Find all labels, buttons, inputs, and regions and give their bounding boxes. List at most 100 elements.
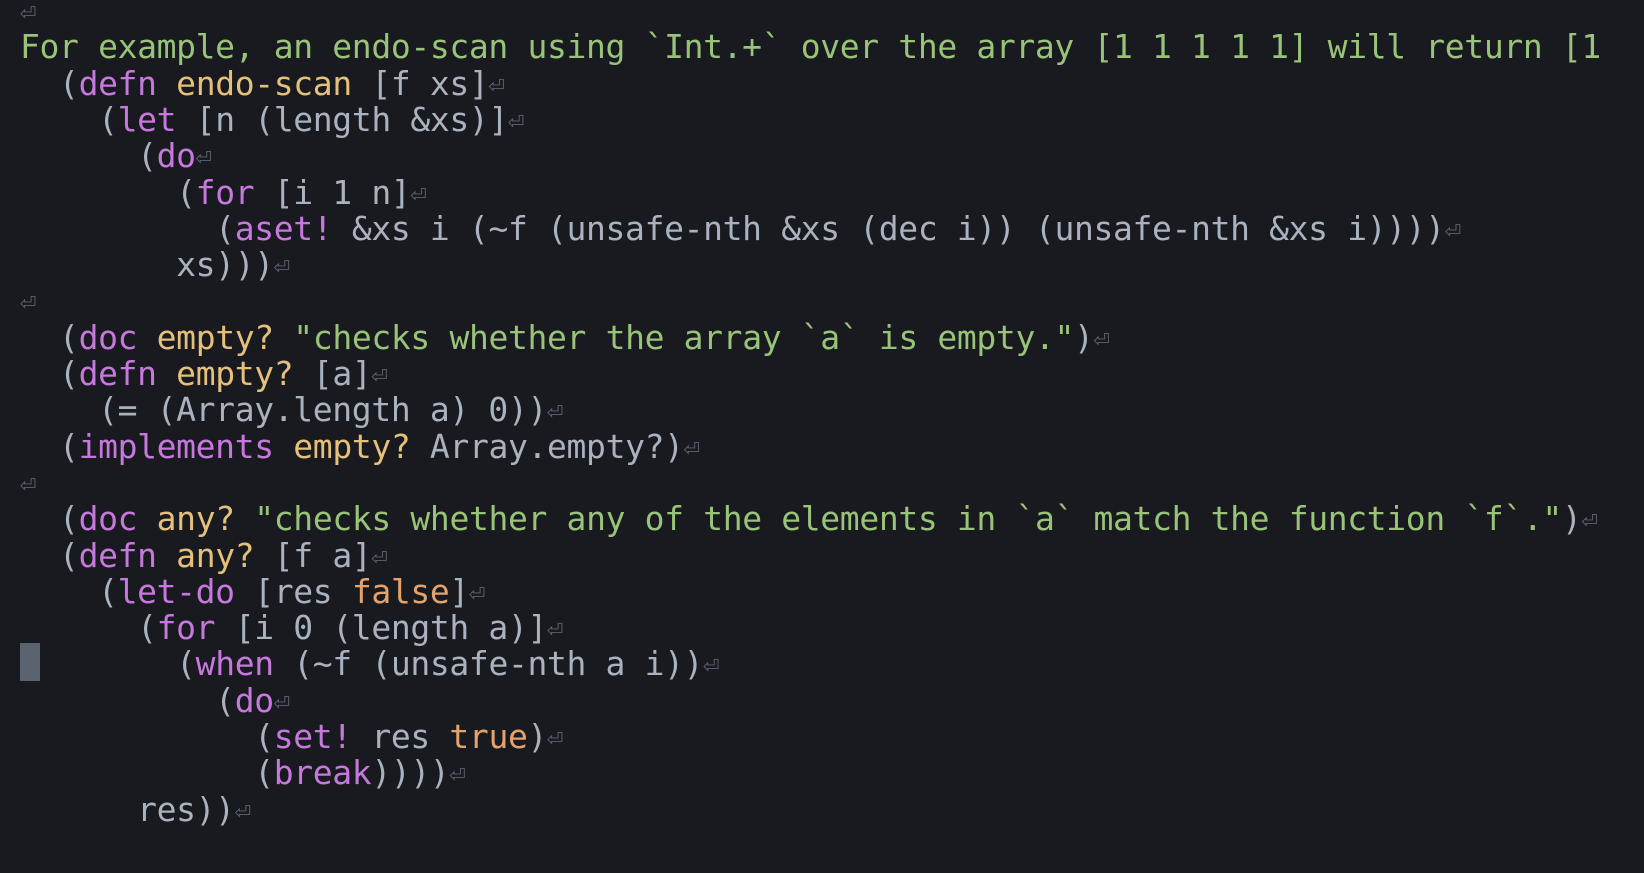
code-token: For example, an endo-scan using `Int.+` …	[20, 27, 1601, 67]
eol-marker-icon: ⏎	[20, 287, 36, 319]
code-token: true	[449, 717, 528, 756]
code-token: [i 1 n]	[254, 172, 411, 212]
code-token: defn	[78, 535, 157, 575]
code-line[interactable]: (doc empty? "checks whether the array `a…	[20, 317, 1110, 357]
code-line[interactable]: (defn empty? [a]⏎	[20, 354, 388, 393]
code-line[interactable]: (set! res true)⏎	[20, 718, 563, 756]
code-line[interactable]: (implements empty? Array.empty?)⏎	[20, 426, 700, 466]
code-line[interactable]: xs)))⏎	[20, 246, 290, 284]
code-token: false	[351, 571, 450, 611]
eol-marker-icon: ⏎	[683, 432, 700, 464]
code-token: (	[20, 535, 79, 575]
code-token: any?	[176, 535, 255, 575]
code-token: )	[527, 717, 548, 756]
code-line[interactable]: res))⏎	[20, 789, 251, 829]
code-line[interactable]: (= (Array.length a) 0))⏎	[20, 391, 563, 429]
eol-marker-icon: ⏎	[410, 178, 427, 210]
code-token: empty?	[293, 426, 411, 466]
code-line[interactable]: (when (~f (unsafe-nth a i))⏎	[20, 645, 719, 683]
code-token: (~f (unsafe-nth a i))	[273, 644, 704, 684]
code-token: [res	[234, 571, 352, 611]
code-token: let	[117, 99, 177, 139]
code-token: for	[195, 172, 255, 212]
code-token: (	[20, 317, 79, 357]
code-token: do	[156, 136, 196, 176]
eol-marker-icon: ⏎	[273, 686, 290, 718]
code-token: aset!	[234, 208, 333, 248]
code-token: (	[20, 136, 157, 176]
eol-marker-icon: ⏎	[1581, 505, 1598, 537]
eol-marker-icon: ⏎	[547, 723, 563, 754]
code-token: break	[273, 753, 372, 793]
code-token: (	[20, 499, 79, 539]
code-line[interactable]: (doc any? "checks whether any of the ele…	[20, 499, 1598, 539]
eol-marker-icon: ⏎	[20, 468, 36, 500]
eol-marker-icon: ⏎	[195, 142, 212, 174]
code-line[interactable]: ⏎	[20, 464, 36, 502]
code-token: )	[1074, 317, 1094, 357]
code-token: (	[20, 354, 79, 393]
code-token: [i 0 (length a)]	[215, 608, 548, 648]
code-token: (	[20, 63, 79, 103]
code-line[interactable]: (do⏎	[20, 137, 212, 175]
code-line[interactable]: For example, an endo-scan using `Int.+` …	[20, 28, 1601, 66]
code-token: when	[195, 644, 274, 684]
eol-marker-icon: ⏎	[1093, 323, 1110, 355]
eol-marker-icon: ⏎	[703, 650, 720, 682]
code-line[interactable]: (for [i 0 (length a)]⏎	[20, 609, 563, 647]
code-token: res))	[20, 789, 235, 829]
eol-marker-icon: ⏎	[468, 577, 485, 609]
eol-marker-icon: ⏎	[507, 105, 524, 137]
code-token: "checks whether the array `a` is empty."	[293, 317, 1075, 357]
code-token: [f a]	[254, 535, 372, 575]
code-line[interactable]: (aset! &xs i (~f (unsafe-nth &xs (dec i)…	[20, 208, 1461, 248]
code-line[interactable]: (defn any? [f a]⏎	[20, 535, 388, 575]
code-token: for	[156, 608, 216, 648]
code-token: (	[20, 680, 235, 720]
code-token: any?	[156, 499, 235, 539]
eol-marker-icon: ⏎	[546, 396, 563, 428]
code-token: let-do	[117, 571, 235, 611]
code-line[interactable]: (let [n (length &xs)]⏎	[20, 99, 524, 139]
code-token: (	[20, 717, 274, 756]
code-token: do	[234, 680, 274, 720]
code-token: (	[20, 608, 157, 648]
code-token: doc	[78, 317, 138, 357]
code-line[interactable]: (defn endo-scan [f xs]⏎	[20, 63, 505, 103]
code-line[interactable]: ⏎	[20, 282, 36, 320]
code-token: [f xs]	[351, 63, 489, 103]
code-token: (= (Array.length a) 0))	[20, 390, 547, 430]
code-line[interactable]: (break))))⏎	[20, 754, 465, 792]
code-line[interactable]: ⏎	[20, 0, 36, 30]
eol-marker-icon: ⏎	[488, 69, 505, 101]
code-line[interactable]: (for [i 1 n]⏎	[20, 172, 427, 212]
code-token: (	[20, 99, 118, 139]
code-token: (	[20, 753, 274, 793]
eol-marker-icon: ⏎	[371, 541, 388, 573]
code-token: empty?	[176, 354, 294, 393]
code-token: "checks whether any of the elements in `…	[254, 499, 1562, 539]
eol-marker-icon: ⏎	[371, 360, 388, 391]
code-line[interactable]: (do⏎	[20, 680, 290, 720]
eol-marker-icon: ⏎	[20, 0, 36, 28]
code-token: &xs i (~f (unsafe-nth &xs (dec i)) (unsa…	[332, 208, 1445, 248]
code-token: empty?	[156, 317, 274, 357]
code-token: defn	[78, 354, 157, 393]
code-editor[interactable]: ⏎ For example, an endo-scan using `Int.+`…	[0, 0, 1644, 873]
eol-marker-icon: ⏎	[1444, 214, 1461, 246]
code-token: ]	[449, 571, 469, 611]
code-token: implements	[78, 426, 275, 466]
eol-marker-icon: ⏎	[547, 614, 563, 646]
code-token: xs)))	[20, 245, 274, 285]
code-token: [a]	[293, 354, 372, 393]
code-token: defn	[78, 63, 157, 103]
code-line[interactable]: (let-do [res false]⏎	[20, 571, 485, 611]
